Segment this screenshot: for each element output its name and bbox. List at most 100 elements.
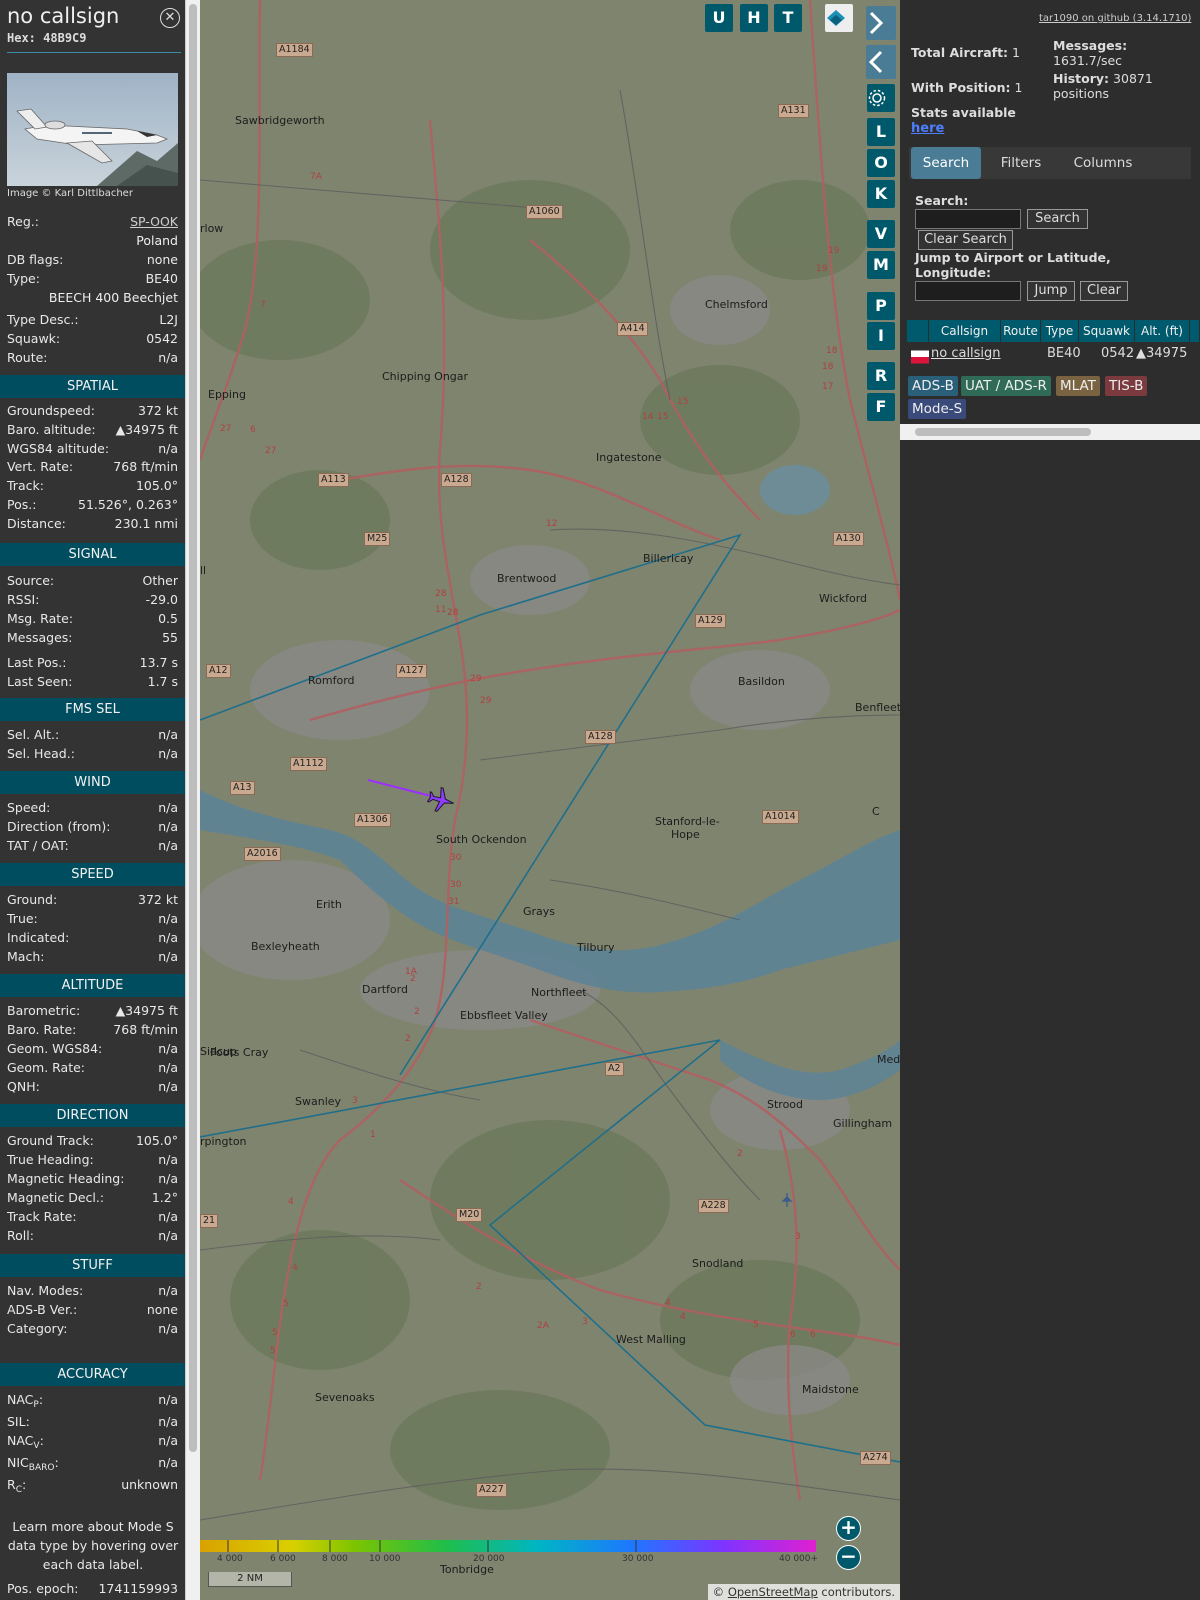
signal-row: Messages: 55 — [7, 630, 178, 648]
place-label: Strood — [767, 1098, 804, 1111]
field-value: n/a — [158, 1321, 178, 1336]
posepoch-value: 1741159993 — [98, 1581, 178, 1596]
tab-search[interactable]: Search — [911, 147, 981, 179]
altitude-tick-label: 30 000 — [622, 1554, 654, 1564]
road-label: A1306 — [354, 813, 391, 827]
search-label: Search: — [915, 193, 969, 208]
field-value: n/a — [158, 930, 178, 945]
stats-here-link[interactable]: here — [911, 121, 944, 136]
search-button[interactable]: Search — [1027, 209, 1088, 229]
zoom-in-button[interactable]: + — [836, 1516, 861, 1541]
table-header-squawk[interactable]: Squawk — [1079, 320, 1135, 342]
junction-number: 15 — [657, 412, 669, 422]
tab-columns[interactable]: Columns — [1061, 147, 1145, 179]
scrollbar-thumb[interactable] — [189, 4, 197, 1452]
stuff-row: Nav. Modes: n/a — [7, 1283, 178, 1301]
junction-number: 30 — [450, 880, 462, 890]
search-input[interactable] — [915, 209, 1021, 229]
github-link[interactable]: tar1090 on github (3.14.1710) — [1039, 13, 1191, 24]
row-type: BE40 — [1047, 346, 1081, 361]
tab-filters[interactable]: Filters — [989, 147, 1053, 179]
road-label: A12 — [206, 664, 231, 678]
junction-number: 31 — [448, 897, 460, 907]
osm-link[interactable]: OpenStreetMap — [728, 1585, 818, 1599]
stuff-row: Category: n/a — [7, 1321, 178, 1339]
map-button-t[interactable]: T — [774, 4, 802, 32]
field-label: Direction (from): — [7, 819, 111, 834]
field-value: n/a — [158, 1171, 178, 1186]
map-button-f[interactable]: F — [867, 393, 895, 421]
field-value: none — [146, 1302, 178, 1317]
map-button-l[interactable]: L — [867, 118, 895, 146]
section-accuracy: ACCURACY — [0, 1363, 185, 1386]
chevron-left-icon[interactable] — [866, 45, 896, 79]
registration-link[interactable]: SP-OOK — [130, 214, 178, 229]
table-header-route[interactable]: Route — [1001, 320, 1041, 342]
jump-input[interactable] — [915, 281, 1021, 301]
junction-number: 30 — [450, 853, 462, 863]
place-label: Billericay — [643, 552, 694, 565]
chevron-right-icon[interactable] — [866, 6, 896, 40]
junction-number: 4 — [292, 1263, 298, 1273]
junction-number: 12 — [546, 519, 558, 529]
row-callsign[interactable]: no callsign — [931, 344, 1001, 364]
rc-label: RC: — [7, 1477, 27, 1495]
table-header-altitude[interactable]: Alt. (ft) — [1135, 320, 1190, 342]
map-button-m[interactable]: M — [867, 251, 895, 279]
aircraft-photo[interactable] — [7, 73, 178, 186]
type-full-row: BEECH 400 Beechjet — [7, 290, 178, 308]
junction-number: 5 — [270, 1346, 276, 1356]
table-header-flag — [907, 320, 929, 342]
zoom-out-button[interactable]: − — [836, 1545, 861, 1570]
nacp-value: n/a — [158, 1392, 178, 1407]
table-scrollbar[interactable] — [900, 424, 1200, 440]
junction-number: 4 — [680, 1312, 686, 1322]
divider — [7, 52, 181, 53]
map-view[interactable]: Sawbridgeworth rlow Chelmsford Chipping Ong… — [200, 0, 900, 1600]
junction-number: 18 — [826, 346, 838, 356]
aircraft-icon[interactable] — [426, 785, 456, 815]
jump-button[interactable]: Jump — [1027, 281, 1075, 301]
road-label: A1184 — [276, 43, 313, 57]
reg-label: Reg.: — [7, 214, 39, 229]
table-header-more[interactable] — [1190, 320, 1200, 342]
field-label: WGS84 altitude: — [7, 440, 110, 456]
gear-icon[interactable] — [867, 84, 895, 112]
field-label: Baro. altitude: — [7, 421, 96, 437]
altitude-row: Barometric: ▲34975 ft — [7, 1003, 178, 1021]
field-label: TAT / OAT: — [7, 838, 69, 853]
direction-row: Ground Track: 105.0° — [7, 1133, 178, 1151]
typedesc-value: L2J — [159, 312, 178, 327]
place-label: Swanley — [295, 1095, 342, 1108]
junction-number: 4 — [288, 1197, 294, 1207]
jump-label: Jump to Airport or Latitude, Longitude: — [915, 250, 1111, 280]
speed-row: Indicated: n/a — [7, 930, 178, 948]
spatial-row: WGS84 altitude: n/a — [7, 441, 178, 459]
map-button-i[interactable]: I — [867, 322, 895, 350]
map-button-o[interactable]: O — [867, 149, 895, 177]
nic-label: NICBARO: — [7, 1455, 59, 1473]
map-button-k[interactable]: K — [867, 180, 895, 208]
map-button-p[interactable]: P — [867, 292, 895, 320]
place-label: Basildon — [738, 675, 785, 688]
table-header-type[interactable]: Type — [1041, 320, 1079, 342]
map-button-r[interactable]: R — [867, 362, 895, 390]
close-icon[interactable]: ✕ — [160, 8, 180, 28]
clear-search-button[interactable]: Clear Search — [918, 230, 1013, 250]
map-button-v[interactable]: V — [867, 220, 895, 248]
scrollbar-thumb[interactable] — [915, 428, 1091, 436]
clear-button[interactable]: Clear — [1080, 281, 1128, 301]
table-header-callsign[interactable]: Callsign — [929, 320, 1001, 342]
map-button-u[interactable]: U — [705, 4, 733, 32]
place-label: Bexleyheath — [251, 940, 320, 953]
stats-available: Stats available — [911, 105, 1016, 120]
field-value: n/a — [158, 911, 178, 926]
info-panel-scrollbar[interactable] — [185, 0, 200, 1600]
field-value: n/a — [158, 1079, 178, 1094]
spatial-row: Groundspeed: 372 kt — [7, 403, 178, 421]
dbflags-row: DB flags: none — [7, 252, 178, 270]
type-full: BEECH 400 Beechjet — [48, 290, 178, 305]
place-label: Gillingham — [833, 1117, 893, 1130]
map-button-h[interactable]: H — [740, 4, 768, 32]
layers-icon[interactable] — [825, 4, 853, 32]
